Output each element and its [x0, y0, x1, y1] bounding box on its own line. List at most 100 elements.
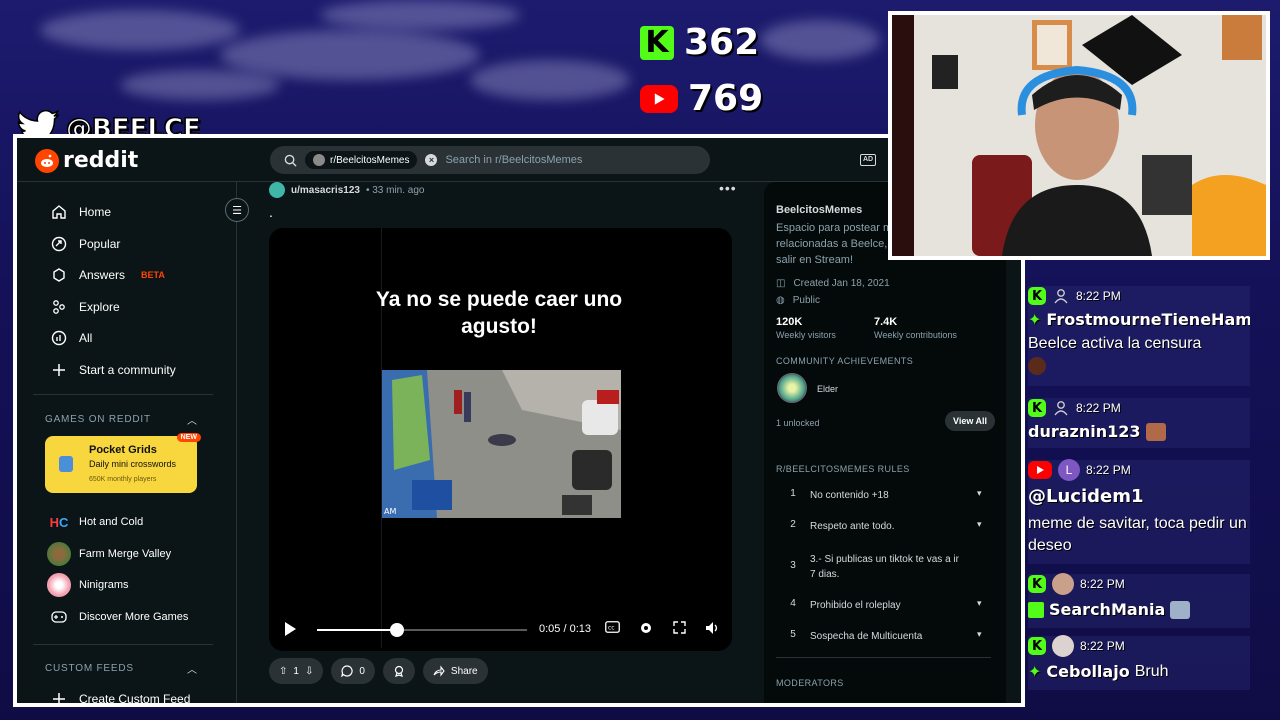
video-controls: 0:05 / 0:13 cc — [269, 616, 732, 644]
moderators-title: MODERATORS — [776, 678, 844, 688]
games-section-title: GAMES ON REDDIT — [45, 414, 151, 425]
game-item-hot-and-cold[interactable]: HC Hot and Cold — [47, 510, 144, 534]
emote-icon — [1170, 600, 1191, 619]
reddit-wordmark: reddit — [63, 148, 139, 173]
chevron-down-icon[interactable]: ▾ — [977, 519, 991, 534]
rule-number: 4 — [790, 598, 796, 609]
share-button[interactable]: Share — [422, 658, 488, 684]
captions-icon[interactable]: cc — [605, 621, 620, 636]
fullscreen-icon[interactable] — [673, 621, 686, 637]
rules-title: R/BEELCITOSMEMES RULES — [776, 464, 910, 474]
game-item-ninigrams[interactable]: Ninigrams — [47, 573, 129, 597]
comments-button[interactable]: 0 — [331, 658, 375, 684]
video-player[interactable]: Ya no se puede caer uno agusto! AM 0:05 … — [269, 228, 732, 651]
collapse-sidebar-button[interactable]: ☰ — [225, 198, 249, 222]
live-chat: K 8:22 PM ✦ FrostmourneTieneHamb Beelce … — [1028, 264, 1250, 694]
rule-text: Sospecha de Multicuenta — [810, 631, 923, 642]
search-input[interactable]: Search in r/BeelcitosMemes — [445, 154, 582, 166]
custom-feeds-title: CUSTOM FEEDS — [45, 663, 134, 674]
user-icon — [1052, 287, 1070, 305]
rule-item[interactable]: 2 Respeto ante todo. ▾ — [776, 519, 991, 534]
answers-icon — [53, 268, 65, 282]
search-subreddit-chip[interactable]: r/BeelcitosMemes — [305, 151, 418, 169]
video-seekbar[interactable] — [317, 623, 527, 637]
cake-icon: ◫ — [776, 278, 786, 289]
youtube-badge-icon — [1028, 461, 1052, 479]
user-avatar[interactable] — [269, 182, 285, 198]
kick-badge-icon: K — [1028, 399, 1046, 417]
sidebar-item-all[interactable]: All — [51, 330, 92, 346]
game-item-discover-more[interactable]: Discover More Games — [47, 605, 188, 629]
kick-badge-icon: K — [1028, 637, 1046, 655]
ninigrams-icon — [47, 573, 71, 597]
vote-control[interactable]: ⇧ 1 ⇩ — [269, 658, 324, 684]
chevron-down-icon[interactable]: ▾ — [977, 629, 991, 644]
chevron-down-icon[interactable]: ▾ — [977, 598, 991, 613]
pocket-grids-card[interactable]: NEW Pocket Grids Daily mini crosswords 6… — [45, 433, 201, 493]
sidebar-item-home[interactable]: Home — [51, 204, 111, 220]
rule-item[interactable]: 1 No contenido +18 ▾ — [776, 488, 991, 503]
explore-icon — [53, 300, 65, 314]
post-author[interactable]: u/masacris123 — [291, 185, 360, 196]
chevron-down-icon[interactable] — [977, 552, 991, 582]
game-item-farm-merge-valley[interactable]: Farm Merge Valley — [47, 542, 171, 566]
streamer-webcam-image — [892, 15, 1266, 256]
advertise-icon[interactable]: AD — [860, 154, 876, 166]
clear-chip-icon[interactable]: × — [425, 154, 438, 166]
rule-item[interactable]: 3 3.- Si publicas un tiktok te vas a ir … — [776, 550, 991, 582]
search-chip-label: r/BeelcitosMemes — [330, 154, 410, 166]
kick-viewer-counter: K 362 — [640, 22, 759, 63]
sidebar-item-start-community[interactable]: Start a community — [51, 362, 176, 378]
video-time: 0:05 / 0:13 — [539, 623, 591, 635]
popular-icon — [51, 236, 67, 252]
seekbar-handle[interactable] — [389, 623, 404, 637]
vote-count: 1 — [293, 665, 299, 677]
community-name[interactable]: BeelcitosMemes — [776, 204, 862, 216]
sidebar-item-label: All — [79, 331, 93, 345]
post-time: • 33 min. ago — [365, 184, 425, 196]
community-sidebar: BeelcitosMemes Espacio para postear me r… — [764, 182, 1006, 703]
downvote-icon[interactable]: ⇩ — [305, 666, 313, 677]
achievements-title: COMMUNITY ACHIEVEMENTS — [776, 356, 914, 366]
user-avatar — [1052, 635, 1074, 657]
gamepad-icon — [47, 605, 71, 629]
chevron-up-icon[interactable]: ︿ — [187, 412, 197, 427]
youtube-logo-icon — [640, 84, 678, 113]
sidebar-item-explore[interactable]: Explore — [51, 299, 120, 315]
view-all-button[interactable]: View All — [945, 411, 996, 431]
left-sidebar: ☰ Home Popular Answers BETA Explore All … — [17, 182, 249, 703]
search-bar[interactable]: r/BeelcitosMemes × Search in r/Beelcitos… — [270, 146, 710, 174]
chevron-down-icon[interactable]: ▾ — [977, 488, 991, 503]
play-icon[interactable] — [285, 622, 296, 636]
volume-icon[interactable] — [705, 621, 721, 638]
rule-text: Prohibido el roleplay — [810, 600, 901, 611]
emote-icon — [1145, 422, 1166, 441]
created-date: Created Jan 18, 2021 — [793, 278, 890, 289]
chat-message: L 8:22 PM @Lucidem1 meme de savitar, toc… — [1028, 459, 1250, 564]
reddit-logo[interactable]: reddit — [35, 148, 138, 173]
more-options-icon[interactable]: ••• — [719, 180, 737, 196]
create-custom-feed-button[interactable]: Create Custom Feed — [51, 691, 190, 703]
chevron-up-icon[interactable]: ︿ — [187, 661, 197, 676]
share-label: Share — [450, 665, 478, 677]
chat-time: 8:22 PM — [1086, 463, 1131, 477]
upvote-icon[interactable]: ⇧ — [279, 666, 287, 677]
chat-message: K 8:22 PM SearchMania — [1028, 573, 1250, 628]
rule-item[interactable]: 4 Prohibido el roleplay ▾ — [776, 598, 991, 613]
post-body: . — [269, 204, 273, 220]
sidebar-item-answers[interactable]: Answers BETA — [51, 267, 165, 283]
rule-item[interactable]: 5 Sospecha de Multicuenta ▾ — [776, 629, 991, 644]
sidebar-item-label: Start a community — [79, 363, 176, 377]
youtube-viewer-count: 769 — [688, 78, 764, 119]
weekly-contributions-label: Weekly contributions — [874, 330, 957, 340]
sidebar-divider — [33, 644, 213, 645]
award-button[interactable] — [382, 658, 415, 684]
rule-number: 2 — [790, 519, 796, 530]
elder-achievement-badge[interactable] — [777, 373, 807, 403]
sidebar-item-popular[interactable]: Popular — [51, 236, 120, 252]
chat-username: @Lucidem1 — [1028, 486, 1144, 507]
settings-gear-icon[interactable] — [639, 621, 653, 638]
comment-count: 0 — [359, 665, 365, 677]
post-actions: ⇧ 1 ⇩ 0 Share — [269, 658, 488, 684]
search-icon — [284, 154, 297, 167]
